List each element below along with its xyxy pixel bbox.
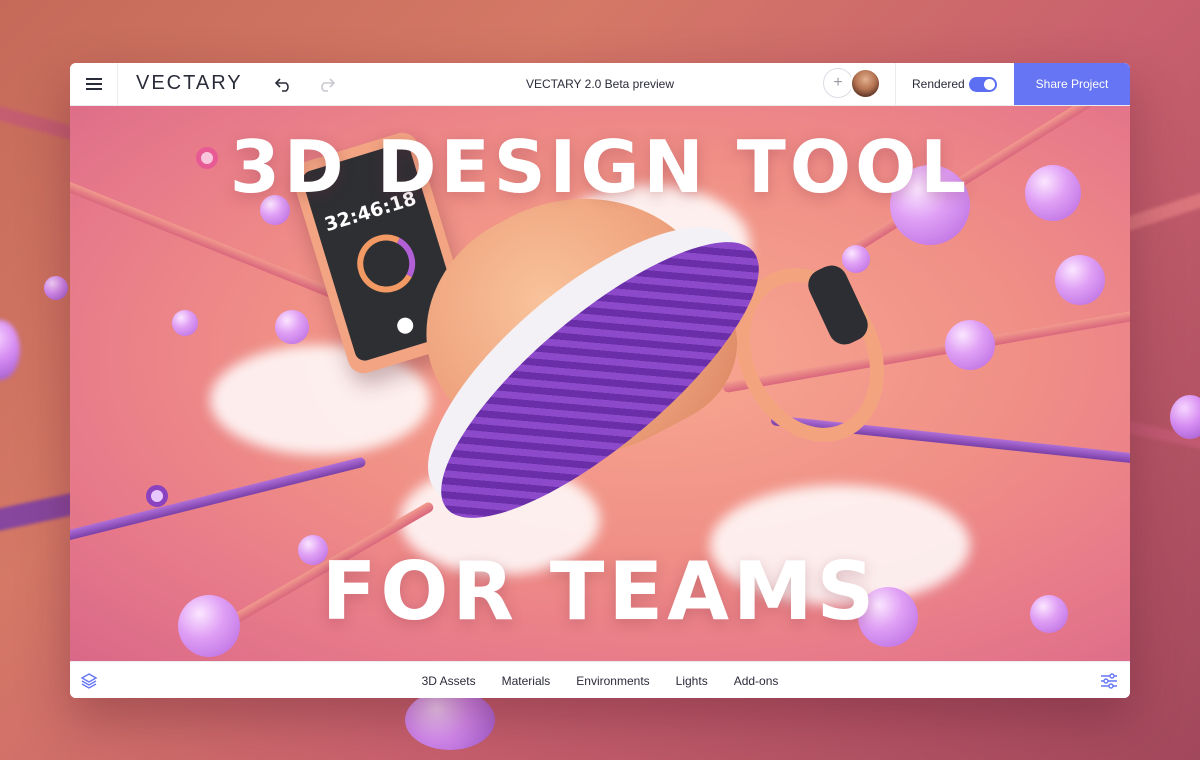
toolbar-divider: [895, 63, 896, 105]
sliders-icon[interactable]: [1100, 672, 1118, 690]
sphere: [1055, 255, 1105, 305]
progress-ring: [350, 227, 423, 300]
tube-shape: [70, 456, 367, 544]
app-window: VECTARY VECTARY 2.0 Beta preview + Rende…: [70, 63, 1130, 698]
background-sphere: [0, 320, 20, 380]
headline-bottom: FOR TEAMS: [321, 545, 879, 638]
tab-3d-assets[interactable]: 3D Assets: [422, 674, 476, 688]
sphere: [842, 245, 870, 273]
background-sphere: [44, 276, 68, 300]
sphere: [945, 320, 995, 370]
rendered-toggle[interactable]: [969, 77, 997, 92]
undo-icon[interactable]: [274, 75, 294, 93]
tab-lights[interactable]: Lights: [676, 674, 708, 688]
sphere: [275, 310, 309, 344]
redo-icon[interactable]: [316, 75, 336, 93]
share-project-button[interactable]: Share Project: [1014, 63, 1130, 105]
app-logo[interactable]: VECTARY: [136, 72, 243, 95]
user-avatar[interactable]: [850, 68, 881, 99]
hamburger-menu-icon: [85, 78, 102, 90]
3d-viewport[interactable]: 32:46:18 3D DESIGN TOOL FOR TEAMS: [70, 105, 1130, 661]
asset-tabs: 3D Assets Materials Environments Lights …: [70, 662, 1130, 698]
tab-materials[interactable]: Materials: [502, 674, 551, 688]
rendered-label: Rendered: [912, 77, 965, 91]
pause-button-graphic: [395, 315, 416, 336]
headline-top: 3D DESIGN TOOL: [229, 125, 971, 209]
add-collaborator-button[interactable]: +: [823, 68, 853, 98]
tab-add-ons[interactable]: Add-ons: [734, 674, 779, 688]
background-sphere: [405, 690, 495, 750]
document-title: VECTARY 2.0 Beta preview: [525, 77, 675, 91]
menu-button[interactable]: [70, 63, 118, 105]
top-toolbar: VECTARY VECTARY 2.0 Beta preview + Rende…: [70, 63, 1130, 106]
sphere: [172, 310, 198, 336]
bottom-toolbar: 3D Assets Materials Environments Lights …: [70, 661, 1130, 698]
tab-environments[interactable]: Environments: [576, 674, 649, 688]
map-pin-icon: [146, 485, 168, 507]
